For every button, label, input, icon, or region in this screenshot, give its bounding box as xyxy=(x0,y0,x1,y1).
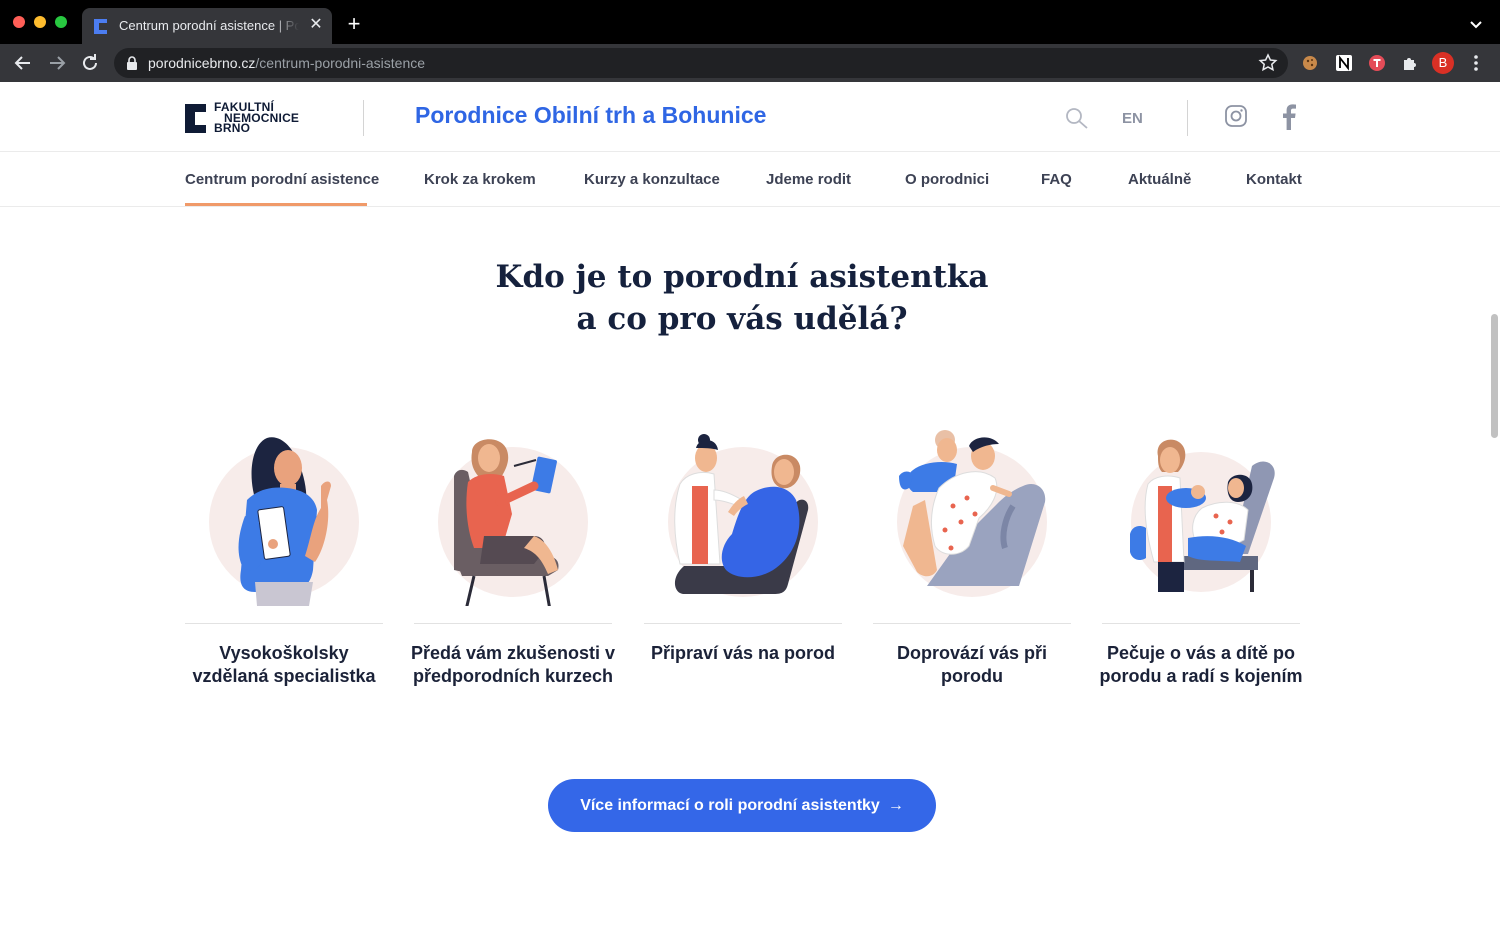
logo-wordmark: FAKULTNÍ NEMOCNICE BRNO xyxy=(214,100,300,135)
close-window-button[interactable] xyxy=(13,16,25,28)
feature-card: Pečuje o vás a dítě po porodu a radí s k… xyxy=(1099,426,1303,726)
minimize-window-button[interactable] xyxy=(34,16,46,28)
bookmark-star-icon[interactable] xyxy=(1258,53,1278,73)
address-bar[interactable]: porodnicebrno.cz/centrum-porodni-asisten… xyxy=(114,48,1288,78)
nav-item-aktualne[interactable]: Aktuálně xyxy=(1128,171,1191,188)
nav-item-centrum[interactable]: Centrum porodní asistence xyxy=(185,171,379,188)
new-tab-button[interactable]: + xyxy=(342,12,366,36)
main-nav: Centrum porodní asistence Krok za krokem… xyxy=(0,153,1500,207)
page-scrollbar[interactable] xyxy=(1491,314,1498,438)
card-text: Doprovází vás při porodu xyxy=(896,643,1048,686)
card-divider xyxy=(1102,623,1300,624)
language-switch[interactable]: EN xyxy=(1122,110,1143,127)
birth-support-illustration xyxy=(897,430,1047,597)
search-icon[interactable] xyxy=(1064,106,1090,132)
feature-card: Vysokoškolsky vzdělaná specialistka xyxy=(185,426,383,726)
browser-toolbar: porodnicebrno.cz/centrum-porodni-asisten… xyxy=(0,44,1500,82)
instagram-icon[interactable] xyxy=(1224,104,1248,128)
postnatal-care-illustration xyxy=(1130,439,1275,592)
todoist-extension-icon[interactable] xyxy=(1367,53,1387,73)
cookie-extension-icon[interactable] xyxy=(1300,53,1320,73)
header-divider xyxy=(363,100,364,136)
nav-item-faq[interactable]: FAQ xyxy=(1041,171,1072,188)
tab-bar: Centrum porodní asistence | Porodnice Ob… xyxy=(0,0,1500,44)
card-divider xyxy=(414,623,612,624)
lock-icon xyxy=(127,56,137,70)
forward-icon[interactable] xyxy=(45,51,69,75)
nav-item-kurzy[interactable]: Kurzy a konzultace xyxy=(584,171,720,188)
arrow-right-icon: → xyxy=(887,797,904,814)
section-heading: Kdo je to porodní asistentka a co pro vá… xyxy=(495,259,989,337)
nav-item-jdeme-rodit[interactable]: Jdeme rodit xyxy=(766,171,851,188)
tab-close-icon[interactable]: ✕ xyxy=(306,15,326,35)
nav-item-krok-za-krokem[interactable]: Krok za krokem xyxy=(424,171,536,188)
header-divider xyxy=(1187,100,1188,136)
active-nav-underline xyxy=(185,203,367,206)
site-header: FAKULTNÍ NEMOCNICE BRNO Porodnice Obilní… xyxy=(0,82,1500,152)
web-page: FAKULTNÍ NEMOCNICE BRNO Porodnice Obilní… xyxy=(0,82,1500,938)
nav-item-o-porodnici[interactable]: O porodnici xyxy=(905,171,989,188)
browser-chrome: Centrum porodní asistence | Porodnice Ob… xyxy=(0,0,1500,82)
profile-avatar[interactable]: B xyxy=(1432,52,1454,74)
maximize-window-button[interactable] xyxy=(55,16,67,28)
feature-card: Připraví vás na porod xyxy=(644,426,842,726)
card-divider xyxy=(644,623,842,624)
nav-item-kontakt[interactable]: Kontakt xyxy=(1246,171,1302,188)
reload-icon[interactable] xyxy=(78,51,102,75)
extensions-puzzle-icon[interactable] xyxy=(1400,53,1420,73)
browser-menu-icon[interactable] xyxy=(1468,53,1484,73)
feature-card: Předá vám zkušenosti v předporodních kur… xyxy=(411,426,615,726)
fn-brno-logo[interactable]: FAKULTNÍ NEMOCNICE BRNO xyxy=(185,100,315,136)
site-title[interactable]: Porodnice Obilní trh a Bohunice xyxy=(415,102,766,129)
card-text: Připraví vás na porod xyxy=(650,643,836,663)
card-text: Pečuje o vás a dítě po porodu a radí s k… xyxy=(1099,643,1303,686)
browser-tab[interactable]: Centrum porodní asistence | Porodnice Ob… xyxy=(82,8,332,44)
feature-card: Doprovází vás při porodu xyxy=(873,426,1071,726)
card-text: Předá vám zkušenosti v předporodních kur… xyxy=(410,643,616,686)
fn-logo-mark-icon xyxy=(185,104,206,133)
card-divider xyxy=(185,623,383,624)
url-text: porodnicebrno.cz/centrum-porodni-asisten… xyxy=(148,55,426,71)
favicon-icon xyxy=(94,19,107,34)
card-text: Vysokoškolsky vzdělaná specialistka xyxy=(192,643,376,686)
back-icon[interactable] xyxy=(11,51,35,75)
notion-extension-icon[interactable] xyxy=(1334,53,1354,73)
prenatal-course-illustration xyxy=(438,439,588,606)
card-divider xyxy=(873,623,1071,624)
facebook-icon[interactable] xyxy=(1281,104,1297,130)
chevron-down-icon[interactable] xyxy=(1466,14,1486,34)
tab-title: Centrum porodní asistence | Porodnice Ob… xyxy=(119,18,299,33)
more-info-button[interactable]: Více informací o roli porodní asistentky… xyxy=(548,779,936,832)
birth-preparation-illustration xyxy=(668,434,818,597)
specialist-illustration xyxy=(209,437,359,606)
